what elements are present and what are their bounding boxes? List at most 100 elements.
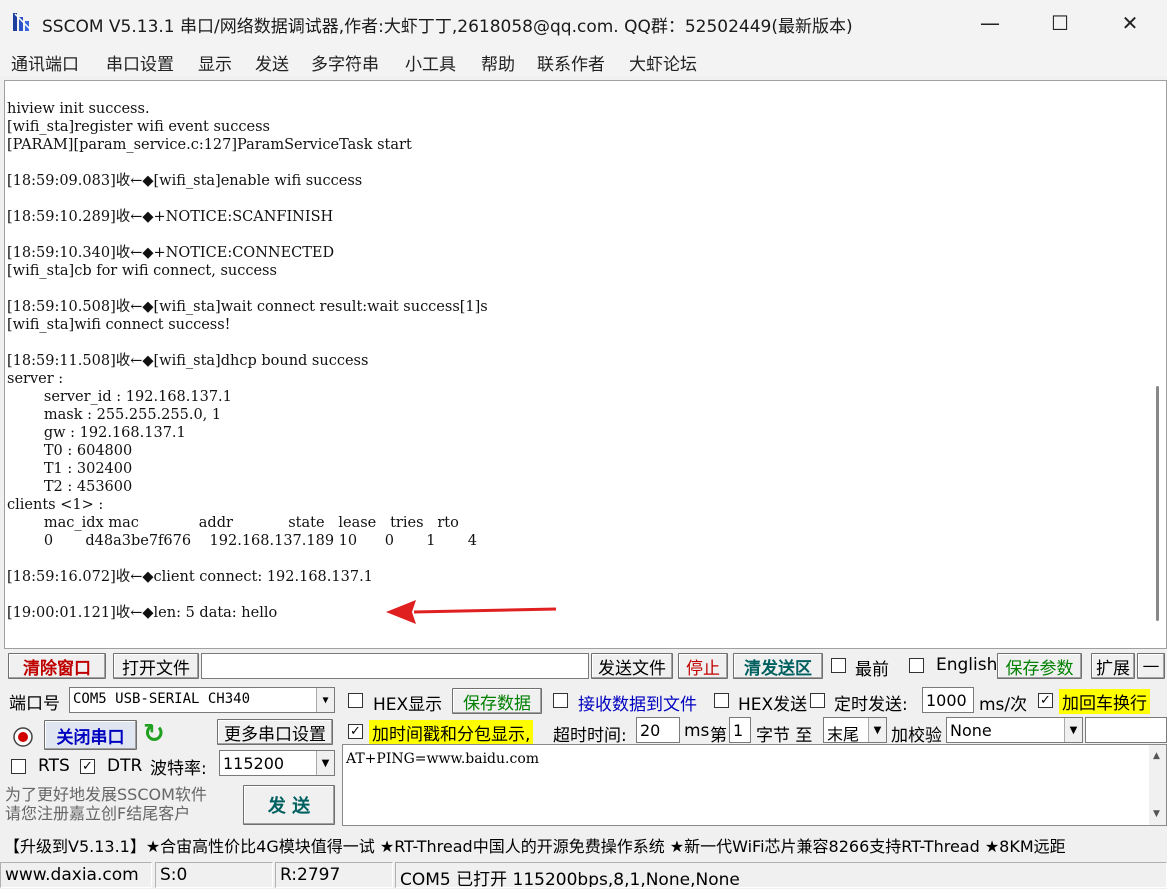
interval-input[interactable]: 1000: [922, 687, 974, 713]
send-scrollbar[interactable]: ▲ ▼: [1149, 745, 1166, 825]
hex-send-label: HEX发送: [738, 695, 808, 715]
port-select[interactable]: COM5 USB-SERIAL CH340 ▼: [69, 687, 335, 713]
log-line: [PARAM][param_service.c:127]ParamService…: [7, 137, 412, 153]
send-text: AT+PING=www.baidu.com: [346, 751, 540, 767]
log-line: [wifi_sta]register wifi event success: [7, 119, 270, 135]
scroll-up-icon[interactable]: ▲: [1153, 751, 1160, 761]
send-textarea[interactable]: AT+PING=www.baidu.com ▲ ▼: [342, 744, 1167, 826]
menu-bar: 通讯端口 串口设置 显示 发送 多字符串 小工具 帮助 联系作者 大虾论坛: [0, 46, 1167, 76]
recv-to-file-label[interactable]: 接收数据到文件: [578, 690, 697, 715]
record-icon: [13, 727, 33, 747]
menu-send[interactable]: 发送: [255, 50, 289, 75]
timestamp-label: 加时间戳和分包显示,: [369, 720, 534, 745]
interval-unit: ms/次: [979, 695, 1028, 715]
topmost-checkbox[interactable]: [831, 658, 846, 673]
promo-text[interactable]: 为了更好地发展SSCOM软件 请您注册嘉立创F结尾客户: [5, 785, 207, 823]
add-crlf-checkbox[interactable]: ✓: [1038, 693, 1053, 708]
topmost-label: 最前: [855, 660, 889, 680]
minimize-button[interactable]: —: [955, 0, 1025, 46]
log-line: [18:59:11.508]收←◆[wifi_sta]dhcp bound su…: [7, 353, 369, 369]
log-line: mac_idx mac addr state lease tries rto: [7, 515, 459, 531]
log-line: [wifi_sta]cb for wifi connect, success: [7, 263, 277, 279]
send-button[interactable]: 发 送: [243, 785, 335, 825]
status-website[interactable]: www.daxia.com: [0, 862, 152, 888]
recv-to-file-checkbox[interactable]: [553, 693, 568, 708]
maximize-button[interactable]: ☐: [1025, 0, 1095, 46]
clear-window-button[interactable]: 清除窗口: [8, 653, 106, 679]
receive-area[interactable]: hiview init success. [wifi_sta]register w…: [4, 80, 1167, 649]
timed-send-checkbox[interactable]: [810, 693, 825, 708]
save-params-button[interactable]: 保存参数: [997, 653, 1082, 679]
rts-label: RTS: [38, 756, 70, 776]
log-line: [wifi_sta]wifi connect success!: [7, 317, 231, 333]
byte-prefix: 第: [710, 726, 727, 746]
menu-multi-string[interactable]: 多字符串: [311, 50, 379, 75]
status-received: R:2797: [275, 862, 393, 888]
timeout-input[interactable]: 20: [636, 717, 680, 743]
log-line: T2 : 453600: [7, 479, 133, 495]
menu-display[interactable]: 显示: [198, 50, 232, 75]
news-ticker[interactable]: 【升级到V5.13.1】★合宙高性价比4G模块值得一试 ★RT-Thread中国…: [0, 829, 1167, 857]
dtr-label: DTR: [107, 756, 143, 776]
checksum-result-field[interactable]: [1085, 717, 1167, 743]
open-file-button[interactable]: 打开文件: [113, 653, 199, 679]
close-button[interactable]: ✕: [1095, 0, 1165, 46]
clear-send-button[interactable]: 清发送区: [733, 653, 823, 679]
stop-button[interactable]: 停止: [678, 653, 728, 679]
port-label: 端口号: [9, 694, 60, 714]
receive-scrollbar[interactable]: [1150, 81, 1166, 648]
scrollbar-thumb[interactable]: [1156, 386, 1159, 621]
hex-display-checkbox[interactable]: [348, 693, 363, 708]
tail-value: 末尾: [827, 725, 860, 743]
refresh-icon[interactable]: ↻: [143, 719, 165, 749]
menu-help[interactable]: 帮助: [481, 50, 515, 75]
save-data-button[interactable]: 保存数据: [452, 688, 542, 714]
close-port-button[interactable]: 关闭串口: [44, 720, 137, 750]
baud-label: 波特率:: [150, 759, 207, 779]
status-bar: www.daxia.com S:0 R:2797 COM5 已打开 115200…: [0, 860, 1167, 889]
log-line: gw : 192.168.137.1: [7, 425, 186, 441]
scroll-down-icon[interactable]: ▼: [1153, 809, 1160, 819]
menu-comm-port[interactable]: 通讯端口: [11, 50, 79, 75]
collapse-button[interactable]: —: [1137, 653, 1165, 679]
promo-line-2: 请您注册嘉立创F结尾客户: [5, 804, 191, 823]
chevron-down-icon[interactable]: ▼: [1064, 718, 1082, 742]
byte-input[interactable]: 1: [729, 717, 751, 743]
log-line: [18:59:16.072]收←◆client connect: 192.168…: [7, 569, 373, 585]
window-title: SSCOM V5.13.1 串口/网络数据调试器,作者:大虾丁丁,2618058…: [42, 17, 853, 37]
hex-display-label: HEX显示: [373, 695, 443, 715]
chevron-down-icon[interactable]: ▼: [316, 751, 334, 775]
timestamp-checkbox[interactable]: ✓: [348, 724, 363, 739]
menu-tools[interactable]: 小工具: [405, 50, 456, 75]
baud-select[interactable]: 115200 ▼: [219, 750, 335, 776]
status-port: COM5 已打开 115200bps,8,1,None,None: [395, 862, 1167, 888]
expand-button[interactable]: 扩展: [1091, 653, 1135, 679]
menu-serial-settings[interactable]: 串口设置: [106, 50, 174, 75]
dtr-checkbox[interactable]: ✓: [80, 759, 95, 774]
checksum-select[interactable]: None ▼: [946, 717, 1083, 743]
hex-send-checkbox[interactable]: [714, 693, 729, 708]
file-path-input[interactable]: [201, 653, 589, 679]
send-file-button[interactable]: 发送文件: [591, 653, 673, 679]
log-line: T0 : 604800: [7, 443, 133, 459]
rts-checkbox[interactable]: [11, 759, 26, 774]
checksum-value: None: [950, 721, 992, 740]
menu-forum[interactable]: 大虾论坛: [629, 50, 697, 75]
add-crlf-label: 加回车换行: [1059, 689, 1150, 714]
log-line: server :: [7, 371, 64, 387]
more-settings-button[interactable]: 更多串口设置: [217, 719, 333, 745]
log-line: [18:59:10.508]收←◆[wifi_sta]wait connect …: [7, 299, 488, 315]
english-checkbox[interactable]: [909, 658, 924, 673]
chevron-down-icon[interactable]: ▼: [316, 688, 334, 712]
title-bar: SSCOM V5.13.1 串口/网络数据调试器,作者:大虾丁丁,2618058…: [0, 0, 1167, 46]
log-line: [18:59:09.083]收←◆[wifi_sta]enable wifi s…: [7, 173, 363, 189]
tail-select[interactable]: 末尾 ▼: [823, 717, 887, 743]
chevron-down-icon[interactable]: ▼: [868, 718, 886, 742]
menu-contact-author[interactable]: 联系作者: [537, 50, 605, 75]
